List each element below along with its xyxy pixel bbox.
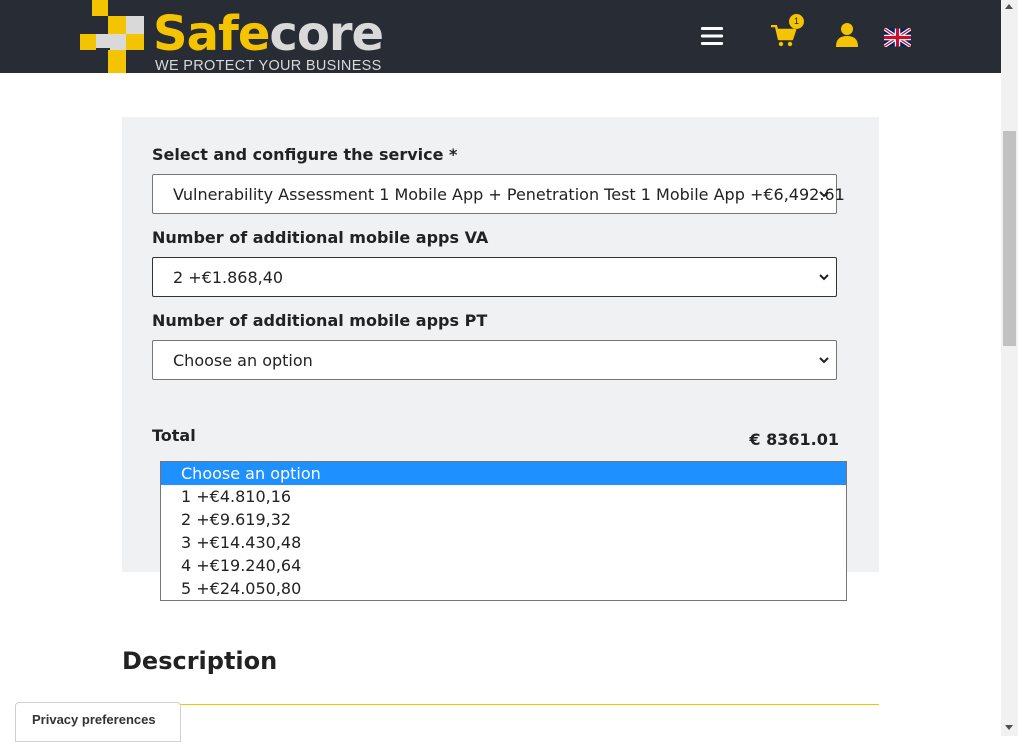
dropdown-option[interactable]: 5 +€24.050,80 (161, 577, 846, 600)
user-icon[interactable] (835, 22, 859, 47)
page-scrollbar[interactable] (1001, 0, 1018, 736)
total-value: € 8361.01 (749, 430, 839, 449)
pt-apps-label: Number of additional mobile apps PT (152, 311, 488, 330)
privacy-preferences-label: Privacy preferences (32, 712, 156, 727)
total-label: Total (152, 426, 196, 445)
dropdown-option[interactable]: 2 +€9.619,32 (161, 508, 846, 531)
description-divider (122, 704, 879, 705)
dropdown-option[interactable]: Choose an option (161, 462, 846, 485)
menu-icon[interactable] (701, 26, 723, 46)
chevron-down-icon (819, 274, 829, 281)
service-label: Select and configure the service * (152, 145, 458, 164)
dropdown-option[interactable]: 3 +€14.430,48 (161, 531, 846, 554)
safecore-logo-icon[interactable] (80, 0, 150, 73)
scroll-up-arrow-icon[interactable] (1005, 4, 1013, 9)
va-apps-label: Number of additional mobile apps VA (152, 228, 489, 247)
uk-flag-icon[interactable] (884, 28, 911, 47)
scrollbar-thumb[interactable] (1003, 131, 1016, 346)
service-select[interactable]: Vulnerability Assessment 1 Mobile App + … (152, 174, 845, 214)
description-heading: Description (122, 647, 278, 675)
dropdown-option[interactable]: 1 +€4.810,16 (161, 485, 846, 508)
va-apps-select[interactable]: 2 +€1.868,40 (152, 257, 837, 297)
scroll-down-arrow-icon[interactable] (1005, 725, 1013, 730)
privacy-preferences-button[interactable]: Privacy preferences (15, 702, 181, 742)
dropdown-option[interactable]: 4 +€19.240,64 (161, 554, 846, 577)
brand-tagline: WE PROTECT YOUR BUSINESS (155, 58, 382, 74)
brand-name-part2: core (269, 6, 384, 62)
chevron-down-icon (819, 357, 829, 364)
pt-apps-select-value: Choose an option (173, 351, 313, 370)
pt-apps-select[interactable]: Choose an option (152, 340, 837, 380)
service-select-value: Vulnerability Assessment 1 Mobile App + … (173, 185, 845, 204)
brand-name-part1: Safe (153, 6, 270, 62)
cart-count-badge: 1 (789, 14, 804, 29)
chevron-down-icon (819, 191, 829, 198)
pt-apps-dropdown-list[interactable]: Choose an option 1 +€4.810,16 2 +€9.619,… (160, 461, 847, 601)
va-apps-select-value: 2 +€1.868,40 (173, 268, 284, 287)
brand-name[interactable]: Safecore (153, 6, 384, 62)
